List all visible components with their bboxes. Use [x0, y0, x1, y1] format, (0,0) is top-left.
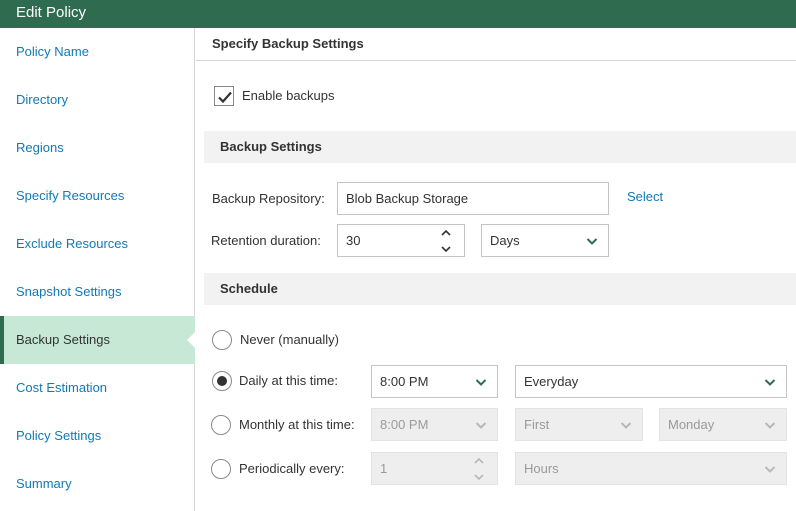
- daily-time-value: 8:00 PM: [380, 374, 429, 389]
- retention-duration-stepper[interactable]: 30: [337, 224, 465, 257]
- daily-days-value: Everyday: [524, 374, 579, 389]
- sidebar-item-snapshot-settings[interactable]: Snapshot Settings: [0, 268, 195, 316]
- sidebar-item-exclude-resources[interactable]: Exclude Resources: [0, 220, 195, 268]
- periodic-unit-select[interactable]: Hours: [515, 452, 787, 485]
- chevron-down-icon: [764, 422, 776, 429]
- monthly-week-select[interactable]: First: [515, 408, 643, 441]
- schedule-periodic-radio[interactable]: [211, 459, 231, 479]
- periodic-interval-stepper[interactable]: 1: [371, 452, 498, 485]
- schedule-never-radio[interactable]: [212, 330, 232, 350]
- sidebar-item-specify-resources[interactable]: Specify Resources: [0, 172, 195, 220]
- page-heading: Specify Backup Settings: [196, 28, 796, 61]
- chevron-down-icon: [764, 466, 776, 473]
- chevron-down-icon: [475, 379, 487, 386]
- schedule-header: Schedule: [204, 273, 796, 305]
- chevron-down-icon: [586, 238, 598, 245]
- monthly-week-value: First: [524, 417, 550, 432]
- backup-repository-label: Backup Repository:: [212, 191, 325, 206]
- schedule-periodic-label: Periodically every:: [239, 461, 345, 476]
- schedule-monthly-radio[interactable]: [211, 415, 231, 435]
- select-repository-link[interactable]: Select: [627, 189, 663, 204]
- spinner-arrows-icon[interactable]: [440, 228, 452, 254]
- periodic-interval-value: 1: [380, 461, 388, 476]
- main-panel: Specify Backup Settings Enable backups B…: [196, 28, 796, 511]
- window-title: Edit Policy: [0, 0, 796, 28]
- backup-settings-header: Backup Settings: [204, 131, 796, 163]
- monthly-time-value: 8:00 PM: [380, 417, 429, 432]
- checkmark-icon: [218, 91, 232, 104]
- backup-repository-value: Blob Backup Storage: [346, 191, 469, 206]
- sidebar-item-policy-settings[interactable]: Policy Settings: [0, 412, 195, 460]
- chevron-down-icon: [620, 422, 632, 429]
- spinner-arrows-icon[interactable]: [473, 456, 485, 482]
- sidebar-item-cost-estimation[interactable]: Cost Estimation: [0, 364, 195, 412]
- retention-unit-value: Days: [490, 233, 520, 248]
- daily-days-select[interactable]: Everyday: [515, 365, 787, 398]
- chevron-down-icon: [475, 422, 487, 429]
- enable-backups-checkbox[interactable]: [214, 86, 234, 106]
- sidebar-item-summary[interactable]: Summary: [0, 460, 195, 508]
- wizard-sidebar: Policy Name Directory Regions Specify Re…: [0, 28, 195, 511]
- periodic-unit-value: Hours: [524, 461, 559, 476]
- sidebar-item-policy-name[interactable]: Policy Name: [0, 28, 195, 76]
- schedule-monthly-label: Monthly at this time:: [239, 417, 355, 432]
- monthly-time-select[interactable]: 8:00 PM: [371, 408, 498, 441]
- monthly-day-select[interactable]: Monday: [659, 408, 787, 441]
- enable-backups-label: Enable backups: [242, 88, 335, 103]
- schedule-daily-radio[interactable]: [212, 371, 232, 391]
- monthly-day-value: Monday: [668, 417, 715, 432]
- sidebar-item-backup-settings[interactable]: Backup Settings: [0, 316, 195, 364]
- schedule-daily-label: Daily at this time:: [239, 373, 338, 388]
- retention-duration-value: 30: [346, 233, 361, 248]
- daily-time-select[interactable]: 8:00 PM: [371, 365, 498, 398]
- backup-repository-field[interactable]: Blob Backup Storage: [337, 182, 609, 215]
- sidebar-item-directory[interactable]: Directory: [0, 76, 195, 124]
- chevron-down-icon: [764, 379, 776, 386]
- sidebar-item-regions[interactable]: Regions: [0, 124, 195, 172]
- retention-duration-label: Retention duration:: [211, 233, 321, 248]
- retention-unit-select[interactable]: Days: [481, 224, 609, 257]
- schedule-never-label: Never (manually): [240, 332, 339, 347]
